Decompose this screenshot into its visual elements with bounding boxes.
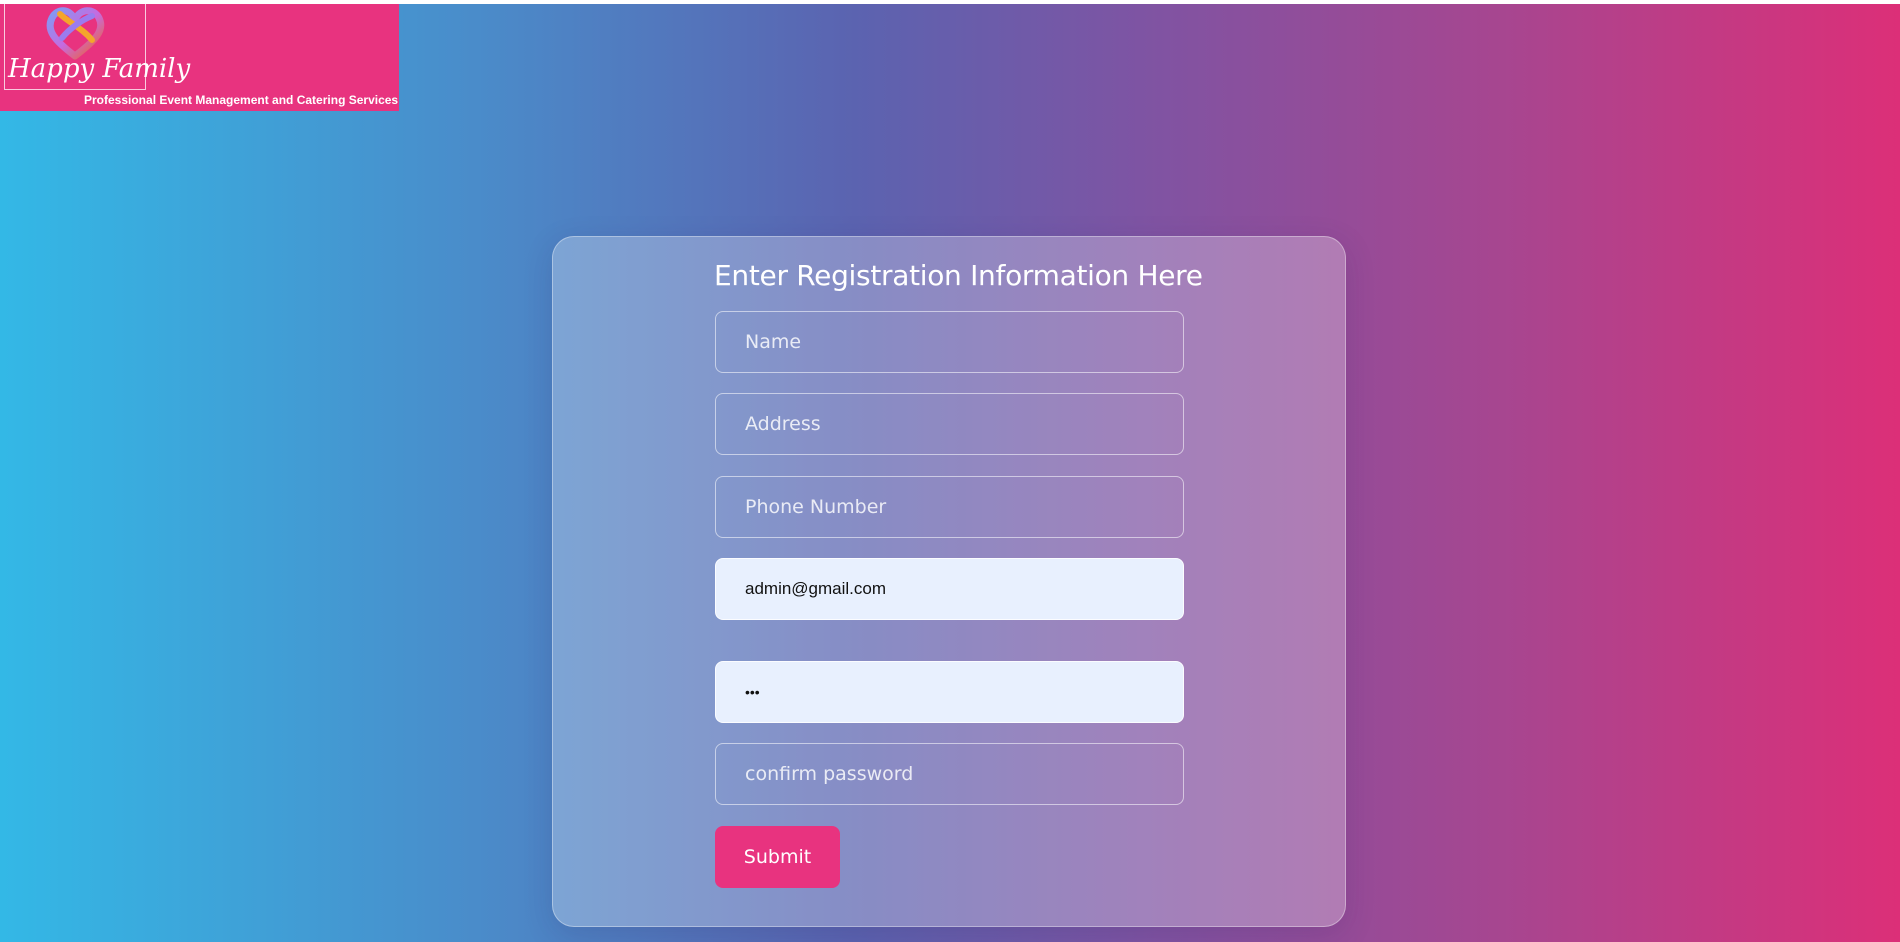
submit-button[interactable]: Submit	[715, 826, 840, 888]
name-input[interactable]	[715, 311, 1184, 373]
form-title: Enter Registration Information Here	[714, 259, 1203, 292]
heart-icon	[46, 7, 105, 60]
address-input[interactable]	[715, 393, 1184, 455]
confirm-password-input[interactable]	[715, 743, 1184, 805]
phone-input[interactable]	[715, 476, 1184, 538]
logo-tagline: Professional Event Management and Cateri…	[84, 93, 399, 107]
password-input[interactable]	[715, 661, 1184, 723]
logo[interactable]: Happy Family Professional Event Manageme…	[0, 4, 399, 111]
logo-name: Happy Family	[8, 54, 191, 84]
email-input[interactable]	[715, 558, 1184, 620]
